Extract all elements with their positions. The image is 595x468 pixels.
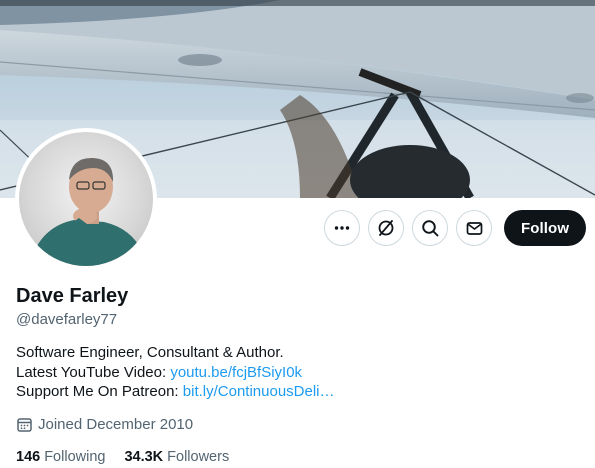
- search-icon: [421, 219, 438, 236]
- display-name: Dave Farley: [16, 285, 129, 307]
- user-handle: @davefarley77: [16, 311, 118, 328]
- envelope-icon: [466, 221, 482, 235]
- bio-line: Support Me On Patreon: bit.ly/Continuous…: [16, 382, 335, 402]
- avatar[interactable]: [15, 128, 157, 270]
- message-button[interactable]: [456, 210, 492, 246]
- following-label: Following: [44, 449, 106, 465]
- grok-button[interactable]: [368, 210, 404, 246]
- profile-actions: Follow: [324, 210, 587, 246]
- calendar-icon: [17, 418, 32, 432]
- following-link[interactable]: 146 Following: [16, 449, 105, 465]
- following-count: 146: [16, 449, 41, 465]
- followers-count: 34.3K: [124, 449, 164, 465]
- followers-label: Followers: [167, 449, 230, 465]
- patreon-link[interactable]: bit.ly/ContinuousDeli…: [183, 383, 335, 400]
- bio-line: Latest YouTube Video: youtu.be/fcjBfSiyI…: [16, 363, 335, 383]
- more-button[interactable]: [324, 210, 360, 246]
- avatar-photo: [19, 132, 153, 266]
- more-horizontal-icon: [334, 226, 350, 230]
- bio-text: Latest YouTube Video:: [16, 363, 171, 381]
- bio-text: Support Me On Patreon:: [16, 383, 183, 400]
- joined-date: Joined December 2010: [16, 416, 193, 433]
- joined-text: Joined December 2010: [38, 416, 194, 433]
- grok-icon: [378, 220, 394, 236]
- profile-bio: Software Engineer, Consultant & Author. …: [16, 343, 335, 402]
- followers-link[interactable]: 34.3K Followers: [124, 449, 229, 465]
- follow-stats: 146 Following 34.3K Followers: [16, 449, 248, 465]
- follow-button[interactable]: Follow: [504, 210, 587, 246]
- bio-line: Software Engineer, Consultant & Author.: [16, 344, 284, 361]
- youtube-link[interactable]: youtu.be/fcjBfSiyI0k: [170, 364, 302, 381]
- search-button[interactable]: [412, 210, 448, 246]
